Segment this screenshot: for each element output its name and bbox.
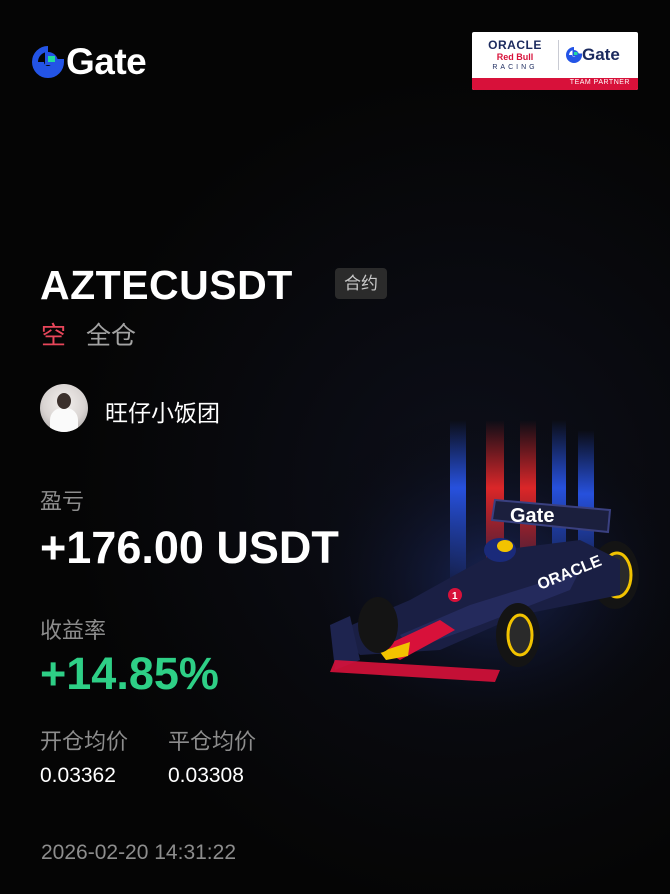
oracle-logo-text: ORACLE — [488, 38, 542, 52]
avatar — [40, 384, 88, 432]
partner-gate-logo: Gate — [566, 45, 620, 65]
racing-logo-text: RACING — [492, 64, 538, 71]
pnl-label: 盈亏 — [40, 489, 85, 514]
car-number: 1 — [452, 591, 458, 602]
position-side: 空 — [41, 322, 67, 350]
redbull-logo-text: Red Bull — [496, 52, 534, 62]
trading-pair-symbol: AZTECUSDT — [40, 262, 293, 308]
open-price-value: 0.03362 — [40, 764, 116, 787]
gate-logo: Gate — [32, 41, 147, 82]
margin-mode: 全仓 — [86, 322, 137, 350]
team-partner-label: TEAM PARTNER — [569, 79, 630, 86]
pnl-value: +176.00 USDT — [40, 522, 339, 573]
badge-divider — [558, 40, 559, 70]
wing-gate-text: Gate — [510, 505, 554, 527]
team-partner-badge: ORACLE Red Bull RACING Gate TEAM PARTNER — [472, 32, 638, 90]
share-card: Gate ORACLE Red Bull RACING Gate TEAM PA… — [0, 0, 670, 894]
gate-logo-text: Gate — [66, 41, 147, 82]
contract-type-tag: 合约 — [335, 268, 387, 299]
timestamp: 2026-02-20 14:31:22 — [41, 841, 236, 864]
roi-value: +14.85% — [40, 648, 219, 699]
username: 旺仔小饭团 — [105, 400, 220, 426]
close-price-value: 0.03308 — [168, 764, 244, 787]
badge-footer: TEAM PARTNER — [472, 78, 638, 90]
gate-logo-icon — [32, 46, 64, 78]
gate-logo-icon — [566, 47, 582, 63]
close-price-label: 平仓均价 — [168, 729, 257, 754]
roi-label: 收益率 — [40, 618, 107, 643]
partner-gate-text: Gate — [582, 45, 620, 64]
open-price-label: 开仓均价 — [40, 729, 129, 754]
race-car-illustration: Gate ORACLE 1 — [320, 420, 670, 710]
